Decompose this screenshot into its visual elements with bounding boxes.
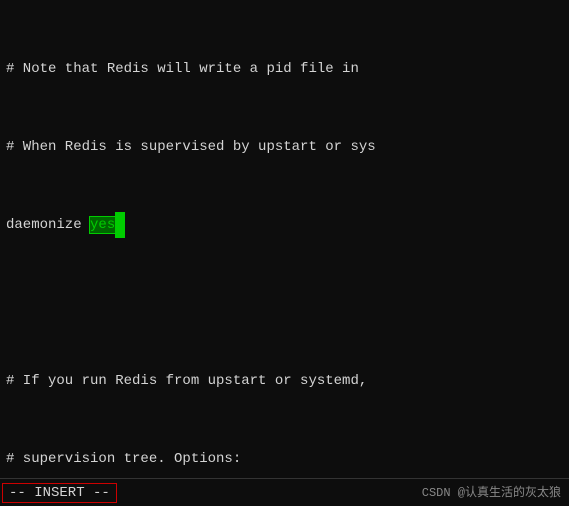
cursor [115,212,125,238]
watermark: CSDN @认真生活的灰太狼 [422,483,561,500]
line-5: # supervision tree. Options: [6,446,563,472]
code-area[interactable]: # Note that Redis will write a pid file … [6,4,563,506]
editor-container: # Note that Redis will write a pid file … [0,0,569,506]
blank-line-1 [6,290,563,316]
daemonize-line: daemonize yes [6,212,563,238]
line-4: # If you run Redis from upstart or syste… [6,368,563,394]
line-1: # Note that Redis will write a pid file … [6,56,563,82]
insert-mode-indicator: -- INSERT -- [2,483,117,503]
line-2: # When Redis is supervised by upstart or… [6,134,563,160]
daemonize-value: yes [90,217,115,233]
